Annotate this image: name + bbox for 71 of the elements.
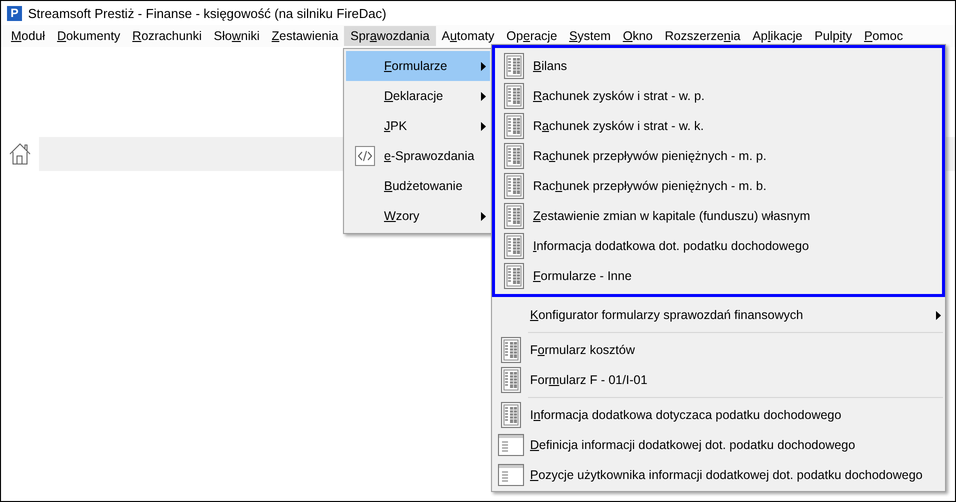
menu-bar-item[interactable]: Pulpity [808,26,858,46]
menu-item-label: Budżetowanie [384,179,463,193]
menu-bar-item[interactable]: Dokumenty [51,26,126,46]
menu-item-label: Pozycje użytkownika informacji dodatkowej dot. podatku dochodowego [530,468,923,482]
menu-item[interactable]: Definicja informacji dodatkowej dot. podatku dochodowego [492,430,945,460]
menu-bar-item[interactable]: Operacje [500,26,564,46]
spreadsheet-icon [501,367,521,393]
menu-item-label: Formularze [384,59,448,73]
menu-item-label: Rachunek przepływów pieniężnych - m. p. [533,149,766,163]
spreadsheet-icon [504,233,524,259]
menu-item-label: Konfigurator formularzy sprawozdań finansowych [530,308,804,322]
menu-item-label: Wzory [384,209,420,223]
app-logo: P [7,6,22,20]
menu-bar-item[interactable]: Okno [616,26,659,46]
menu-item-label: Zestawienie zmian w kapitale (funduszu) własnym [533,209,810,223]
menu-item-label: Definicja informacji dodatkowej dot. podatku dochodowego [530,438,856,452]
code-icon [355,146,375,166]
menu-item-label: Rachunek zysków i strat - w. k. [533,119,704,133]
window-title: Streamsoft Prestiż - Finanse - księgowość (na silniku FireDac) [28,6,386,20]
menu-bar-item[interactable]: Moduł [5,26,52,46]
list-window-icon [498,434,524,456]
spreadsheet-icon [501,402,521,428]
spreadsheet-icon [504,83,524,109]
menu-item[interactable]: Wzory [346,201,490,231]
menu-item[interactable]: Informacja dodatkowa dotyczaca podatku dochodowego [492,400,945,430]
menu-item-label: Informacja dodatkowa dot. podatku dochodowego [533,239,809,253]
menu-item-label: Formularz kosztów [530,343,635,357]
menu-item[interactable]: e-Sprawozdania [346,141,490,171]
spreadsheet-icon [504,53,524,79]
menu-bar-item[interactable]: System [563,26,617,46]
menu-item[interactable]: Formularz F - 01/I-01 [492,365,945,395]
menu-item[interactable]: Zestawienie zmian w kapitale (funduszu) własnym [495,201,942,231]
spreadsheet-icon [504,143,524,169]
list-window-icon [498,464,524,486]
menu-item[interactable]: Rachunek zysków i strat - w. k. [495,111,942,141]
menu-bar-item[interactable]: Pomoc [858,26,909,46]
menu-bar-item[interactable]: Sprawozdania [344,26,436,46]
menu-item[interactable]: Pozycje użytkownika informacji dodatkowej dot. podatku dochodowego [492,460,945,490]
menu-item[interactable]: Deklaracje [346,81,490,111]
menu-item[interactable]: Budżetowanie [346,171,490,201]
spreadsheet-icon [504,263,524,289]
menu-item-label: Deklaracje [384,89,444,103]
menu-item[interactable]: JPK [346,111,490,141]
menu-bar-item[interactable]: Automaty [436,26,500,46]
menu-item[interactable]: Formularze - Inne [495,261,942,291]
menu-item-label: JPK [384,119,407,133]
spreadsheet-icon [504,173,524,199]
menu-item-label: Formularze - Inne [533,269,632,283]
spreadsheet-icon [504,203,524,229]
menu-item[interactable]: Rachunek przepływów pieniężnych - m. b. [495,171,942,201]
menu-bar-item[interactable]: Aplikacje [746,26,809,46]
menu-item[interactable]: Formularze [346,51,490,81]
menu-item-label: e-Sprawozdania [384,149,474,163]
menu-bar-item[interactable]: Zestawienia [266,26,344,46]
menu-item-label: Rachunek przepływów pieniężnych - m. b. [533,179,766,193]
home-icon[interactable] [8,142,32,166]
menu-item[interactable]: Rachunek przepływów pieniężnych - m. p. [495,141,942,171]
menu-item[interactable]: Bilans [495,51,942,81]
menu-item-label: Rachunek zysków i strat - w. p. [533,89,705,103]
spreadsheet-icon [501,337,521,363]
spreadsheet-icon [504,113,524,139]
menu-item[interactable]: Formularz kosztów [492,335,945,365]
menu-bar-item[interactable]: Rozrachunki [126,26,208,46]
menu-item[interactable]: Rachunek zysków i strat - w. p. [495,81,942,111]
menu-item[interactable]: Informacja dodatkowa dot. podatku dochodowego [495,231,942,261]
menu-item-label: Bilans [533,59,568,73]
menu-bar-item[interactable]: Słowniki [208,26,266,46]
menu-item-label: Informacja dodatkowa dotyczaca podatku dochodowego [530,408,842,422]
menu-bar-item[interactable]: Rozszerzenia [658,26,746,46]
menu-item-label: Formularz F - 01/I-01 [530,373,648,387]
menu-item[interactable]: Konfigurator formularzy sprawozdań finansowych [492,300,945,330]
